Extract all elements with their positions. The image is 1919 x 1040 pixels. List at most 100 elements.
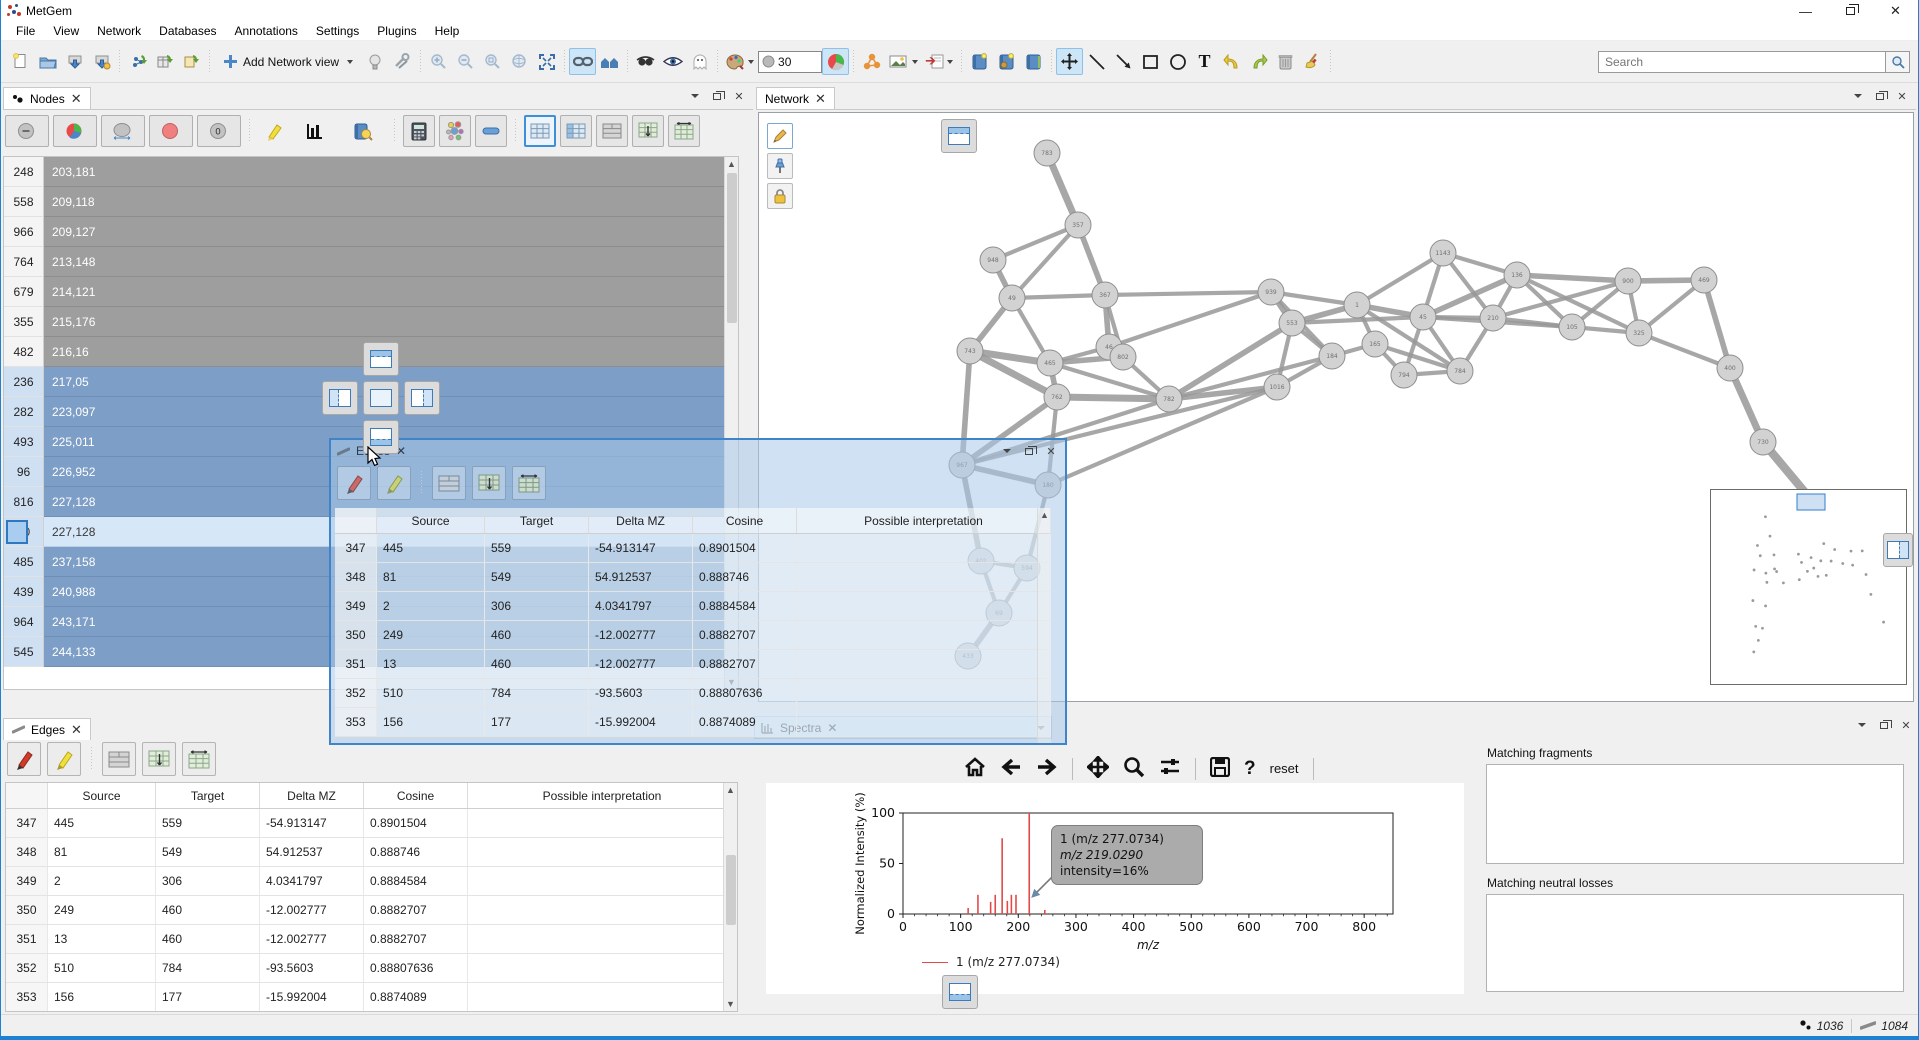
delete-button[interactable] [1272,48,1299,75]
delete-column-button[interactable] [475,115,507,147]
pie-chart-toggle[interactable] [822,48,849,75]
dock-hint-bottom[interactable] [942,975,978,1009]
menu-item-view[interactable]: View [44,22,88,40]
query-databases-button[interactable] [342,115,386,147]
menu-item-file[interactable]: File [7,22,44,40]
row-header[interactable]: 966 [4,217,44,247]
column-header[interactable]: Target [156,783,260,808]
zoom-out-button[interactable] [452,48,479,75]
fit-columns-button[interactable] [512,466,546,500]
menu-item-plugins[interactable]: Plugins [368,22,425,40]
restore-button[interactable] [1828,0,1873,22]
tab-network[interactable]: Network ✕ [756,87,835,109]
restore-row-order-button[interactable] [472,466,506,500]
plot-home-button[interactable] [964,757,986,780]
bottom-dock-menu-button[interactable] [1854,718,1870,732]
column-header[interactable]: Cosine [364,783,468,808]
edges-table-row[interactable]: 3488154954.9125370.888746 [335,563,1051,592]
node-label-button[interactable]: 0 [197,115,241,147]
mz-cell[interactable]: 209,127 [44,217,738,247]
annotation-text-tool[interactable]: T [1191,48,1218,75]
network-minimap[interactable] [1710,489,1907,685]
highlight-nodes-yellow-button[interactable] [47,742,81,776]
row-header[interactable]: 96 [4,457,44,487]
column-header[interactable]: Delta MZ [260,783,364,808]
plot-configure-button[interactable] [1159,758,1181,779]
graph-edge[interactable] [1057,397,1169,399]
edges-table-row[interactable]: 352510784-93.56030.88807636 [335,679,1051,708]
highlight-nodes-yellow-button[interactable] [377,466,411,500]
node-highlight-color-button[interactable] [149,115,193,147]
annotation-move-tool[interactable] [1056,48,1083,75]
fullscreen-button[interactable] [533,48,560,75]
menu-item-network[interactable]: Network [88,22,150,40]
scroll-up-icon[interactable]: ▲ [724,783,737,797]
scroll-down-icon[interactable]: ▼ [724,997,737,1011]
mz-cell[interactable]: 215,176 [44,307,738,337]
plot-save-button[interactable] [1210,757,1230,780]
mz-cell[interactable]: 209,118 [44,187,738,217]
restore-row-order-button[interactable] [142,742,176,776]
floating-edges-table[interactable]: SourceTargetDelta MZCosinePossible inter… [335,508,1051,743]
edges-table-row[interactable]: 35113460-12.0027770.8882707 [335,650,1051,679]
graph-edge[interactable] [1639,333,1730,368]
column-header[interactable]: Possible interpretation [797,508,1051,533]
column-header[interactable]: Target [485,508,589,533]
floating-edges-panel[interactable]: Edges ✕ ✕ SourceTargetDelta MZCosinePoss… [329,438,1067,745]
nodes-table-row[interactable]: 558209,118 [4,187,738,217]
plot-forward-button[interactable] [1036,758,1058,779]
column-header[interactable]: Source [48,783,156,808]
graph-edge[interactable] [1109,292,1271,347]
database-import-button[interactable] [993,48,1020,75]
row-header[interactable]: 493 [4,427,44,457]
hide-selection-button[interactable] [632,48,659,75]
floating-panel-close-button[interactable]: ✕ [1043,444,1059,458]
menu-item-help[interactable]: Help [426,22,469,40]
plot-reset-button[interactable]: reset [1270,761,1299,776]
row-header[interactable]: 964 [4,607,44,637]
plot-column-button[interactable] [294,115,338,147]
color-nodes-button[interactable] [722,48,758,75]
show-selection-button[interactable] [659,48,686,75]
redo-button[interactable] [1245,48,1272,75]
fit-columns-button[interactable] [182,742,216,776]
process-file-button[interactable] [362,48,389,75]
scroll-up-icon[interactable]: ▲ [725,157,738,171]
view-merged-rows-button[interactable] [102,742,136,776]
home-views-button[interactable] [596,48,623,75]
edges-table[interactable]: SourceTargetDelta MZCosinePossible inter… [5,782,738,1012]
edges-table-row[interactable]: 352510784-93.56030.88807636 [6,954,737,983]
view-merged-rows-button[interactable] [432,466,466,500]
zoom-region-button[interactable] [479,48,506,75]
annotation-rect-tool[interactable] [1137,48,1164,75]
edges-table-row[interactable]: 347445559-54.9131470.8901504 [335,534,1051,563]
plot-back-button[interactable] [1000,758,1022,779]
mz-cell[interactable]: 203,181 [44,157,738,187]
highlight-nodes-button[interactable] [258,115,290,147]
zoom-in-button[interactable] [425,48,452,75]
node-size-mapping-button[interactable] [101,115,145,147]
nodes-table-row[interactable]: 764213,148 [4,247,738,277]
graph-edge[interactable] [993,225,1078,260]
annotation-ellipse-tool[interactable] [1164,48,1191,75]
column-header[interactable]: Source [377,508,485,533]
highlight-edges-red-button[interactable] [7,742,41,776]
plot-pan-button[interactable] [1087,756,1109,781]
row-header[interactable]: 679 [4,277,44,307]
view-merged-rows-button[interactable] [596,115,628,147]
edges-table-scrollbar[interactable]: ▲ ▼ [723,783,737,1011]
search-input[interactable] [1598,51,1886,73]
column-header[interactable]: Cosine [693,508,797,533]
mz-cell[interactable]: 214,121 [44,277,738,307]
close-button[interactable]: ✕ [1873,0,1918,22]
dock-hint-top[interactable] [941,119,977,153]
database-manage-button[interactable] [1020,48,1047,75]
drop-zone-center[interactable] [363,381,399,415]
edges-table-row[interactable]: 3488154954.9125370.888746 [6,838,737,867]
network-tab-close-icon[interactable]: ✕ [815,91,826,107]
plot-zoom-button[interactable] [1123,756,1145,781]
floating-panel-header[interactable]: Edges ✕ ✕ [331,440,1065,462]
nodes-dock-menu-button[interactable] [687,89,703,103]
nodes-dock-float-button[interactable] [709,89,725,103]
edges-tab-close-icon[interactable]: ✕ [71,722,82,738]
